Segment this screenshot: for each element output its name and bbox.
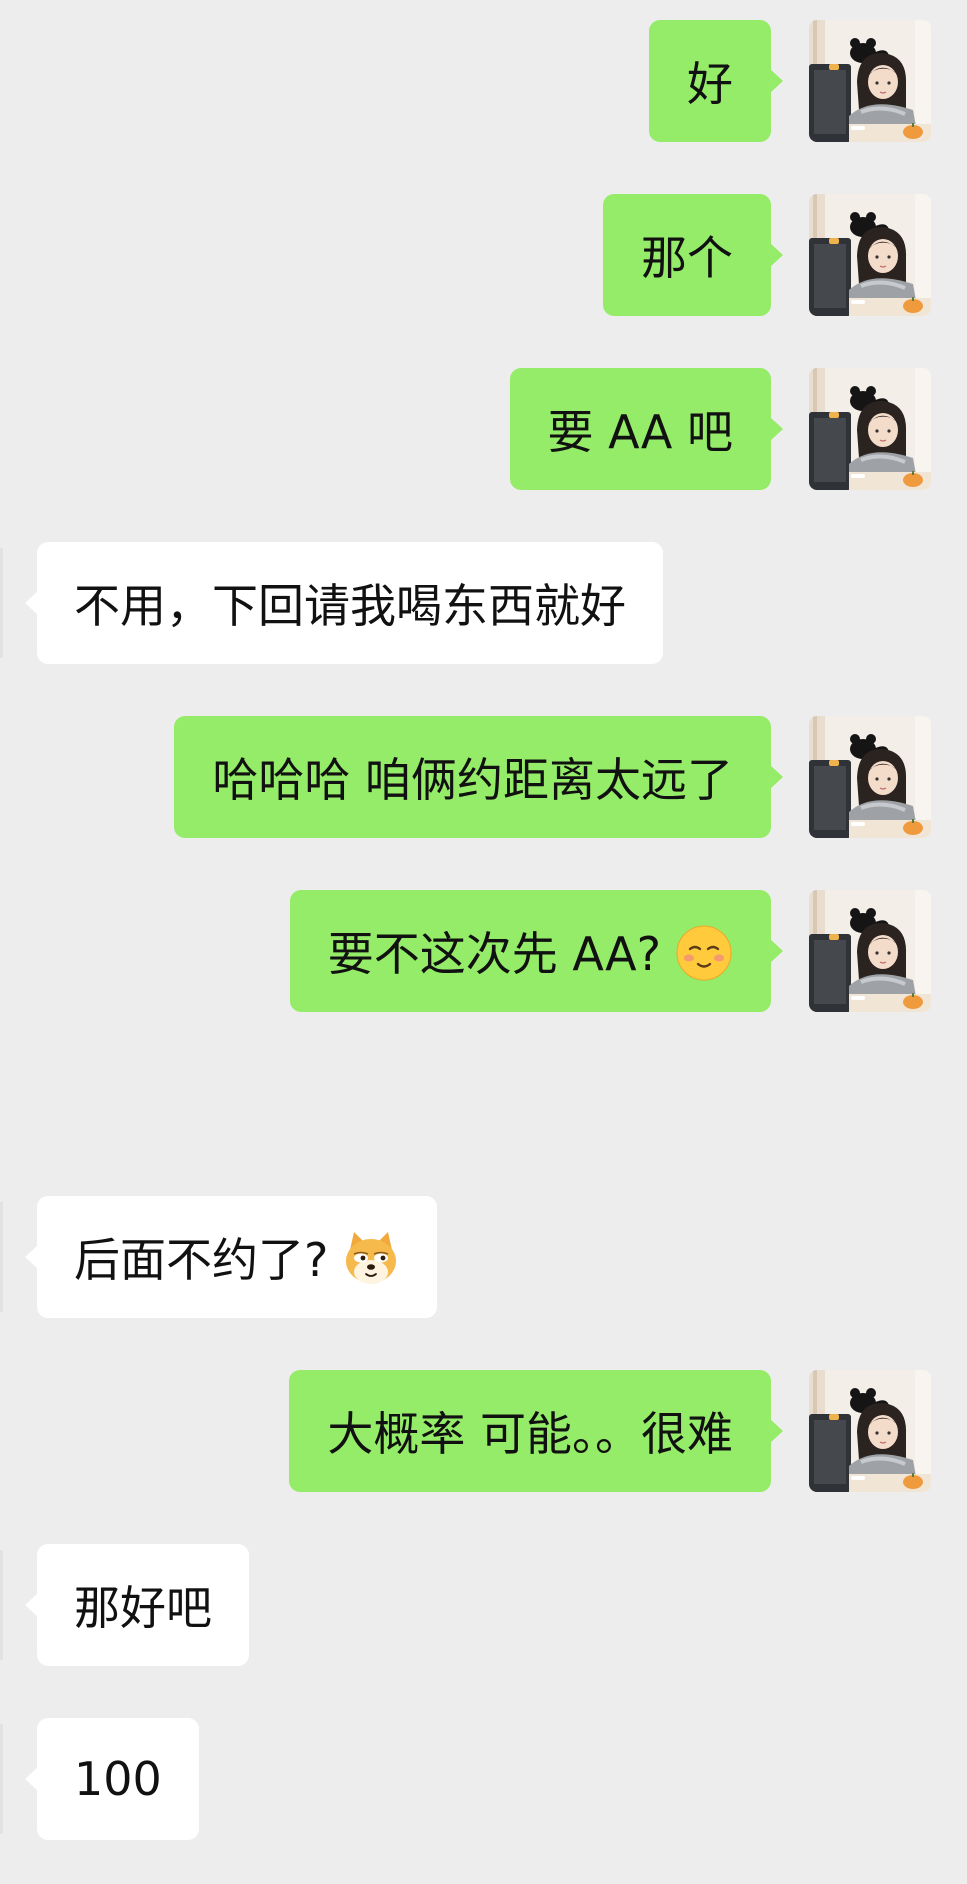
message-text: 好 xyxy=(687,57,733,111)
message-text: 那好吧 xyxy=(74,1581,212,1635)
message-text: 大概率 可能。。很难 xyxy=(327,1407,733,1461)
avatar[interactable] xyxy=(809,20,931,142)
message-bubble-incoming[interactable]: 100 xyxy=(25,1718,199,1840)
avatar[interactable] xyxy=(809,1370,931,1492)
message-text: 不用，下回请我喝东西就好 xyxy=(74,579,626,633)
blushing-smile-emoji-icon xyxy=(675,924,733,982)
avatar[interactable] xyxy=(809,890,931,1012)
message-text: 要不这次先 AA? xyxy=(327,927,661,981)
message-row: 要 AA 吧 xyxy=(0,368,967,490)
message-bubble-outgoing[interactable]: 哈哈哈 咱俩约距离太远了 xyxy=(174,716,783,838)
message-row: 那个 xyxy=(0,194,967,316)
message-row: 要不这次先 AA? xyxy=(0,890,967,1012)
message-row: 后面不约了? xyxy=(0,1196,967,1318)
message-bubble-incoming[interactable]: 后面不约了? xyxy=(24,1196,438,1318)
message-bubble-outgoing[interactable]: 要 AA 吧 xyxy=(509,368,784,490)
message-bubble-outgoing[interactable]: 好 xyxy=(649,20,783,142)
message-row: 那好吧 xyxy=(0,1544,967,1666)
message-bubble-outgoing[interactable]: 大概率 可能。。很难 xyxy=(289,1370,783,1492)
avatar[interactable] xyxy=(809,368,931,490)
incoming-avatar-edge xyxy=(0,1202,3,1312)
doge-emoji-icon xyxy=(342,1230,400,1288)
message-text: 哈哈哈 咱俩约距离太远了 xyxy=(212,753,733,807)
message-bubble-outgoing[interactable]: 要不这次先 AA? xyxy=(289,890,784,1012)
message-row: 好 xyxy=(0,20,967,142)
avatar[interactable] xyxy=(809,194,931,316)
message-row: 不用，下回请我喝东西就好 xyxy=(0,542,967,664)
message-bubble-outgoing[interactable]: 那个 xyxy=(603,194,783,316)
message-bubble-incoming[interactable]: 那好吧 xyxy=(25,1544,249,1666)
message-text: 后面不约了? xyxy=(74,1233,329,1287)
incoming-avatar-edge xyxy=(0,1550,3,1660)
message-row: 大概率 可能。。很难 xyxy=(0,1370,967,1492)
incoming-avatar-edge xyxy=(0,548,3,658)
avatar[interactable] xyxy=(809,716,931,838)
message-bubble-incoming[interactable]: 不用，下回请我喝东西就好 xyxy=(25,542,663,664)
message-text: 那个 xyxy=(641,231,733,285)
message-row: 100 xyxy=(0,1718,967,1840)
incoming-avatar-edge xyxy=(0,1724,3,1834)
message-text: 要 AA 吧 xyxy=(547,405,733,459)
message-text: 100 xyxy=(74,1752,162,1806)
message-row: 哈哈哈 咱俩约距离太远了 xyxy=(0,716,967,838)
